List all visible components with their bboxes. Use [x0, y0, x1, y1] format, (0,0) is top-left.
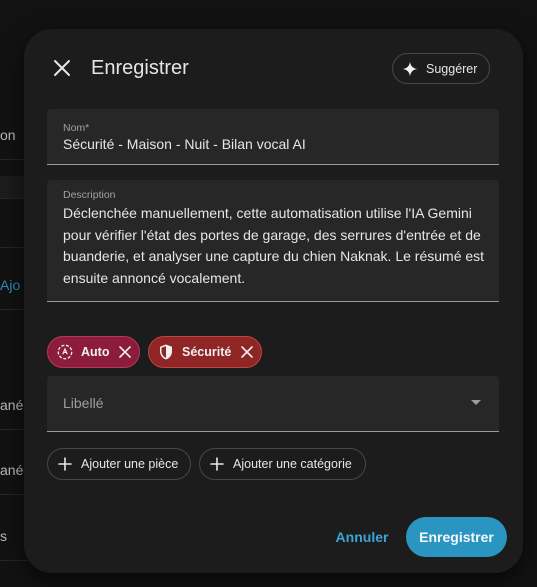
label-select[interactable]: Libellé [47, 376, 499, 432]
add-room-button[interactable]: Ajouter une pièce [47, 448, 191, 480]
tag-chip-securite[interactable]: Sécurité [148, 336, 262, 368]
background-link: Ajo [0, 277, 21, 293]
remove-tag-icon[interactable] [117, 344, 133, 360]
name-field-label: Nom* [63, 122, 90, 134]
save-dialog: Enregistrer Suggérer Nom* Sécurité - Mai… [24, 29, 523, 573]
name-field-value: Sécurité - Maison - Nuit - Bilan vocal A… [63, 136, 306, 152]
sparkle-icon [402, 61, 418, 76]
add-room-label: Ajouter une pièce [81, 457, 179, 471]
description-field[interactable]: Description Déclenchée manuellement, cet… [47, 180, 499, 302]
suggest-button[interactable]: Suggérer [392, 53, 490, 84]
robot-icon [57, 344, 73, 360]
plus-icon [58, 457, 72, 471]
name-field[interactable]: Nom* Sécurité - Maison - Nuit - Bilan vo… [47, 109, 499, 165]
tag-chip-label: Sécurité [182, 345, 232, 359]
tag-chip-label: Auto [81, 345, 110, 359]
save-button[interactable]: Enregistrer [406, 517, 507, 557]
close-button[interactable] [50, 56, 74, 80]
dialog-title: Enregistrer [91, 57, 189, 79]
cancel-button[interactable]: Annuler [330, 525, 394, 549]
shield-icon [160, 344, 172, 360]
remove-tag-icon[interactable] [239, 344, 255, 360]
suggest-label: Suggérer [426, 61, 478, 76]
label-select-placeholder: Libellé [63, 395, 104, 411]
plus-icon [210, 457, 224, 471]
dropdown-arrow-icon [471, 400, 481, 405]
tag-chip-auto[interactable]: Auto [47, 336, 140, 368]
description-field-value: Déclenchée manuellement, cette automatis… [63, 205, 485, 286]
description-field-label: Description [63, 189, 116, 201]
add-category-button[interactable]: Ajouter une catégorie [199, 448, 366, 480]
close-icon [54, 60, 70, 76]
add-category-label: Ajouter une catégorie [233, 457, 352, 471]
